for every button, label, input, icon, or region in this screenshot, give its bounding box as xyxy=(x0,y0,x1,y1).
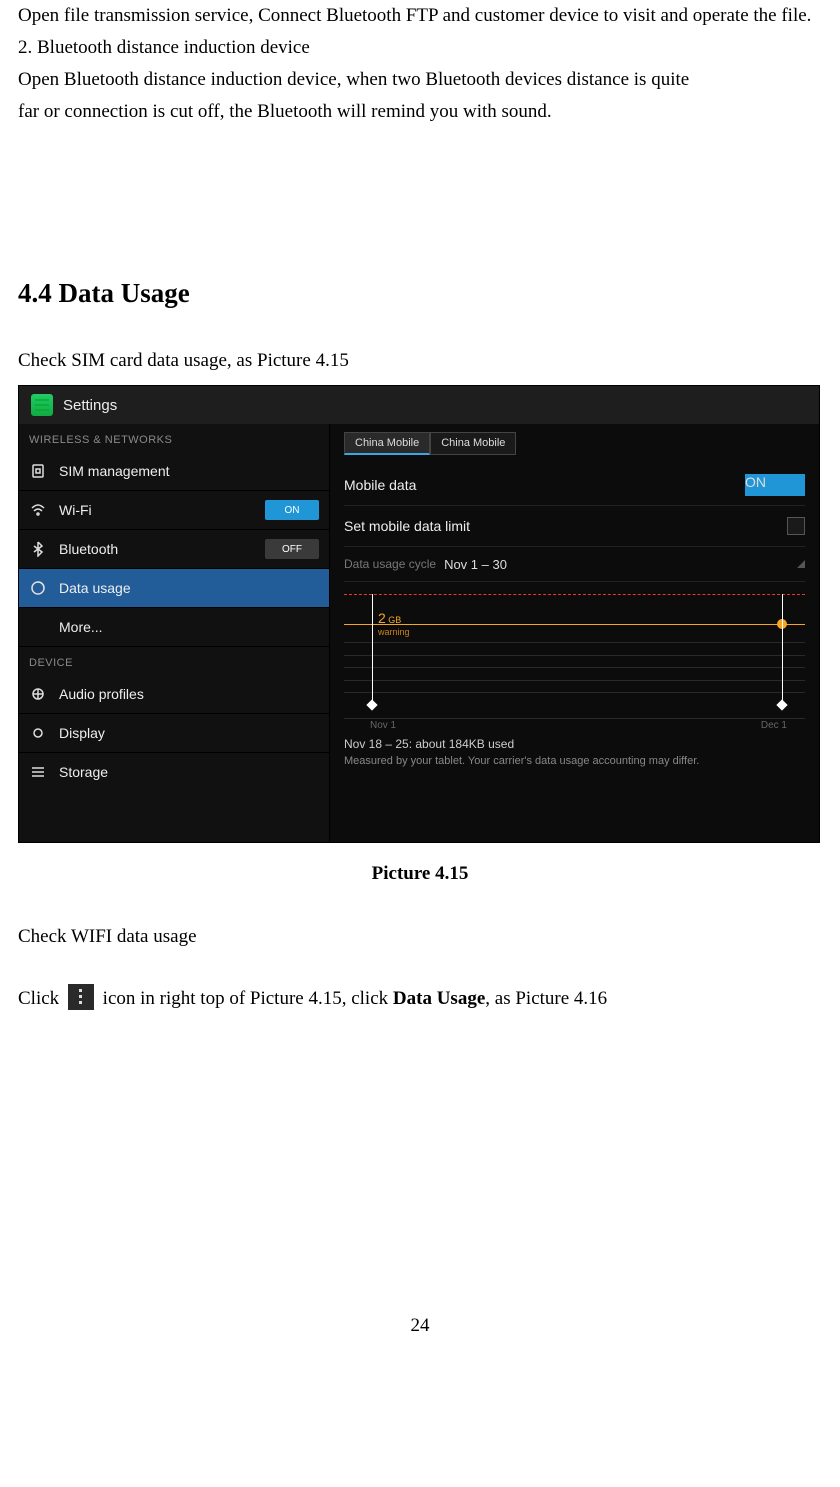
overflow-menu-icon xyxy=(68,984,94,1010)
usage-chart[interactable]: 2 GB warning Nov 1 Dec 1 xyxy=(344,586,805,731)
sidebar-item-label: Audio profiles xyxy=(59,686,319,702)
sidebar-item-sim-management[interactable]: SIM management xyxy=(19,452,329,491)
sim-icon xyxy=(29,462,47,480)
sidebar-item-label: Display xyxy=(59,725,319,741)
carrier-tabs: China Mobile China Mobile xyxy=(344,432,805,455)
dropdown-icon xyxy=(797,560,805,568)
screenshot-settings-data-usage: Settings WIRELESS & NETWORKS SIM managem… xyxy=(18,385,820,843)
paragraph: Click icon in right top of Picture 4.15,… xyxy=(18,983,822,1015)
paragraph: Open file transmission service, Connect … xyxy=(18,0,822,32)
settings-sidebar: WIRELESS & NETWORKS SIM management Wi-Fi… xyxy=(19,424,330,842)
axis-end-label: Dec 1 xyxy=(761,720,787,731)
warning-label: 2 GB warning xyxy=(378,612,410,638)
section-heading: 4.4 Data Usage xyxy=(18,128,822,345)
sidebar-item-label: Storage xyxy=(59,764,319,780)
data-usage-panel: China Mobile China Mobile Mobile data ON… xyxy=(330,424,819,842)
limit-line[interactable] xyxy=(344,594,805,596)
paragraph: Check WIFI data usage xyxy=(18,921,822,953)
usage-cycle-label: Data usage cycle xyxy=(344,557,436,571)
tab-carrier-0[interactable]: China Mobile xyxy=(344,432,430,455)
page-number: 24 xyxy=(18,1315,822,1367)
set-limit-checkbox[interactable] xyxy=(787,517,805,535)
text-span: , as Picture 4.16 xyxy=(485,988,607,1009)
display-icon xyxy=(29,724,47,742)
sidebar-item-display[interactable]: Display xyxy=(19,714,329,753)
chart-axis xyxy=(344,718,805,719)
sidebar-item-wifi[interactable]: Wi-Fi ON xyxy=(19,491,329,530)
paragraph: Open Bluetooth distance induction device… xyxy=(18,64,822,96)
usage-summary: Nov 18 – 25: about 184KB used xyxy=(344,737,805,751)
sidebar-item-label: Data usage xyxy=(59,580,319,596)
paragraph: 2. Bluetooth distance induction device xyxy=(18,32,822,64)
wifi-toggle[interactable]: ON xyxy=(265,500,319,520)
usage-cycle-value: Nov 1 – 30 xyxy=(444,557,507,572)
range-start-handle[interactable] xyxy=(372,594,373,705)
sidebar-item-label: Wi-Fi xyxy=(59,502,253,518)
chart-grid xyxy=(344,642,805,705)
paragraph: far or connection is cut off, the Blueto… xyxy=(18,96,822,128)
sidebar-group-wireless: WIRELESS & NETWORKS xyxy=(19,424,329,452)
text-bold: Data Usage xyxy=(393,988,485,1009)
settings-app-icon xyxy=(31,394,53,416)
settings-titlebar: Settings xyxy=(19,386,819,425)
text-span: Click xyxy=(18,988,59,1009)
sidebar-item-bluetooth[interactable]: Bluetooth OFF xyxy=(19,530,329,569)
sidebar-item-label: Bluetooth xyxy=(59,541,253,557)
warning-line[interactable] xyxy=(344,624,805,625)
data-usage-icon xyxy=(29,579,47,597)
audio-icon xyxy=(29,685,47,703)
sidebar-group-device: DEVICE xyxy=(19,647,329,675)
figure-caption: Picture 4.15 xyxy=(18,863,822,885)
storage-icon xyxy=(29,763,47,781)
sidebar-item-label: SIM management xyxy=(59,463,319,479)
set-limit-row[interactable]: Set mobile data limit xyxy=(344,506,805,547)
wifi-icon xyxy=(29,501,47,519)
axis-start-label: Nov 1 xyxy=(370,720,396,731)
paragraph: Check SIM card data usage, as Picture 4.… xyxy=(18,345,822,377)
usage-cycle-row[interactable]: Data usage cycle Nov 1 – 30 xyxy=(344,547,805,582)
sidebar-item-more[interactable]: More... xyxy=(19,608,329,647)
mobile-data-row: Mobile data ON xyxy=(344,465,805,506)
sidebar-item-audio-profiles[interactable]: Audio profiles xyxy=(19,675,329,714)
sidebar-item-storage[interactable]: Storage xyxy=(19,753,329,791)
range-end-handle[interactable] xyxy=(782,594,783,705)
bluetooth-toggle[interactable]: OFF xyxy=(265,539,319,559)
text-span: icon in right top of Picture 4.15, click xyxy=(103,988,393,1009)
usage-note: Measured by your tablet. Your carrier's … xyxy=(344,755,805,767)
bluetooth-icon xyxy=(29,540,47,558)
set-limit-label: Set mobile data limit xyxy=(344,518,470,534)
sidebar-item-data-usage[interactable]: Data usage xyxy=(19,569,329,608)
mobile-data-toggle[interactable]: ON xyxy=(745,474,805,496)
settings-title: Settings xyxy=(63,397,117,414)
tab-carrier-1[interactable]: China Mobile xyxy=(430,432,516,455)
blank-icon xyxy=(29,618,47,636)
mobile-data-label: Mobile data xyxy=(344,477,416,493)
sidebar-item-label: More... xyxy=(59,619,319,635)
